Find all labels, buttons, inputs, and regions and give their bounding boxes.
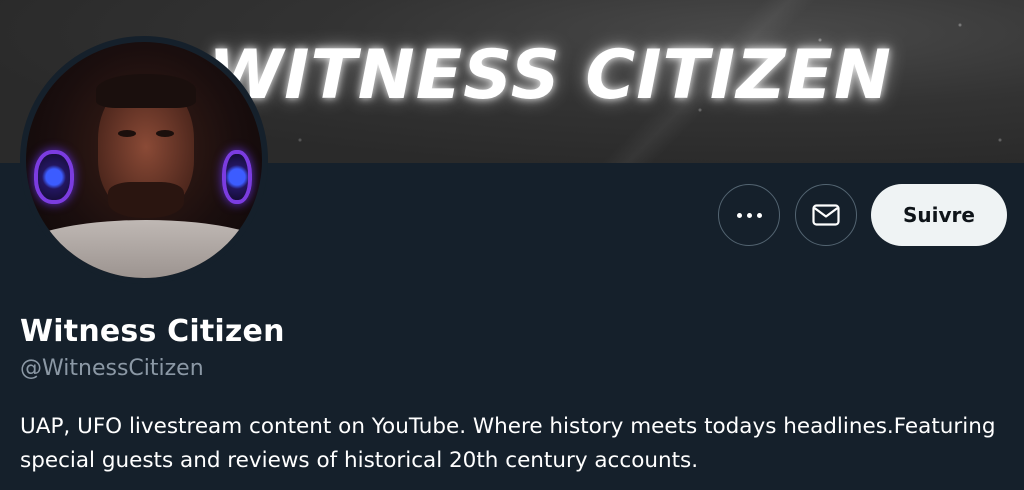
display-name: Witness Citizen — [20, 314, 285, 349]
avatar-headphone-right — [222, 150, 252, 204]
avatar[interactable] — [20, 36, 268, 284]
avatar-eye-left — [118, 130, 136, 137]
message-button[interactable] — [795, 184, 857, 246]
avatar-headphone-left — [34, 150, 74, 204]
profile-bio: UAP, UFO livestream content on YouTube. … — [20, 414, 996, 473]
more-horizontal-icon — [736, 212, 762, 218]
avatar-image — [26, 42, 262, 278]
profile-page: WITNESS CITIZEN Suivre Witness Citizen @… — [0, 0, 1024, 490]
more-button[interactable] — [718, 184, 780, 246]
user-handle: @WitnessCitizen — [20, 356, 204, 381]
avatar-eye-right — [156, 130, 174, 137]
envelope-icon — [812, 204, 840, 226]
avatar-hair — [96, 74, 196, 108]
follow-button[interactable]: Suivre — [871, 184, 1007, 246]
avatar-desk — [26, 220, 262, 278]
avatar-beard — [108, 182, 184, 218]
banner-title: WITNESS CITIZEN — [208, 36, 892, 115]
